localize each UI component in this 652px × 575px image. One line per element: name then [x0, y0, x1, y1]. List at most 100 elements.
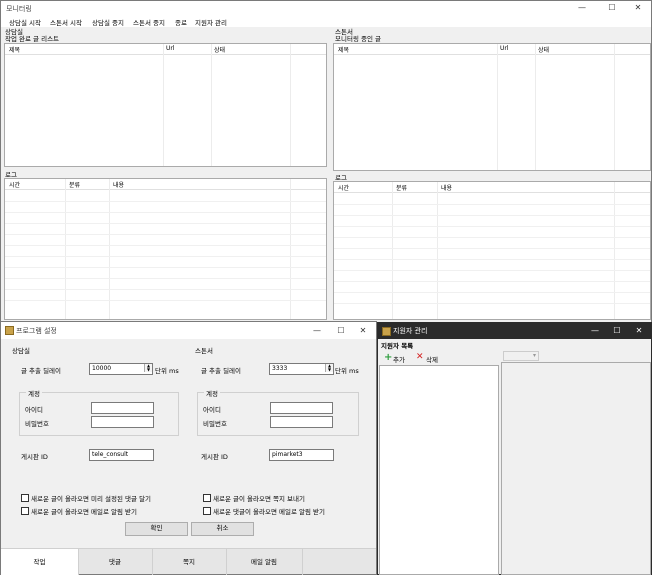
stoneseo-mail-alert-label: 새로운 댓글이 올라오면 메일로 알림 받기: [213, 508, 325, 516]
col-content[interactable]: 내용: [113, 180, 124, 189]
consult-account-group: 계정: [19, 388, 179, 436]
left-list-title: 작업 완료 글 리스트: [5, 35, 60, 43]
col-title[interactable]: 제목: [338, 45, 349, 54]
stoneseo-send-note-checkbox[interactable]: [203, 494, 211, 502]
monitor-titlebar[interactable]: 모니터링 — ☐ ✕: [1, 1, 651, 16]
maximize-button[interactable]: ☐: [608, 325, 626, 337]
stoneseo-delay-input[interactable]: 3333 ▲ ▼: [269, 363, 334, 375]
consult-auto-reply-checkbox[interactable]: [21, 494, 29, 502]
unit-label: 단위 ms: [155, 367, 179, 375]
tab-note[interactable]: 쪽지: [152, 549, 227, 575]
completed-posts-list[interactable]: 제목 Url 상태: [4, 43, 327, 167]
unit-label: 단위 ms: [335, 367, 359, 375]
col-url[interactable]: Url: [166, 45, 175, 52]
chevron-down-icon: ▾: [532, 352, 536, 359]
id-label: 아이디: [203, 406, 221, 414]
spinner-arrows-icon[interactable]: ▲ ▼: [144, 364, 152, 372]
menu-start-stoneseo[interactable]: 스톤서 시작: [50, 17, 82, 27]
right-log-list[interactable]: 시간 분류 내용: [333, 181, 651, 320]
col-content[interactable]: 내용: [441, 183, 452, 192]
consult-board-value: tele_consult: [92, 451, 129, 458]
log-header: 시간 분류 내용: [334, 182, 650, 193]
minimize-button[interactable]: —: [573, 2, 591, 14]
maximize-button[interactable]: ☐: [603, 2, 621, 14]
consult-mail-alert-label: 새로운 글이 올라오면 메일로 알림 받기: [31, 508, 138, 516]
applicants-titlebar[interactable]: 지원자 관리 — ☐ ✕: [378, 323, 652, 339]
plus-icon[interactable]: +: [384, 352, 392, 363]
settings-window: 프로그램 설정 — ☐ ✕ 상담실 스톤서 글 추출 딜레이 10000 ▲ ▼ …: [0, 321, 377, 575]
password-label: 비밀번호: [203, 420, 227, 428]
add-button[interactable]: 추가: [393, 354, 405, 364]
account-group-title: 계정: [26, 388, 42, 398]
left-log-list[interactable]: 시간 분류 내용: [4, 178, 327, 320]
consult-mail-alert-checkbox[interactable]: [21, 507, 29, 515]
col-category[interactable]: 분류: [69, 180, 80, 189]
spinner-arrows-icon[interactable]: ▲ ▼: [325, 364, 333, 372]
consult-group-title: 상담실: [12, 347, 30, 355]
consult-id-input[interactable]: [91, 402, 154, 414]
col-time[interactable]: 시간: [9, 180, 20, 189]
log-header: 시간 분류 내용: [5, 179, 326, 190]
tab-strip: 작업 댓글 쪽지 메일 알림: [1, 548, 376, 575]
stoneseo-account-group: 계정: [197, 388, 359, 436]
settings-title: 프로그램 설정: [16, 327, 57, 335]
col-url[interactable]: Url: [500, 45, 509, 52]
stoneseo-id-input[interactable]: [270, 402, 333, 414]
menu-applicant-manage[interactable]: 지원자 관리: [195, 17, 227, 27]
stoneseo-board-value: pimarket3: [272, 451, 303, 458]
applicants-window: 지원자 관리 — ☐ ✕ 지원자 목록 + 추가 ✕ 삭제 ▾: [377, 322, 652, 575]
app-icon: [5, 326, 14, 335]
app-icon: [382, 327, 391, 336]
account-group-title: 계정: [204, 388, 220, 398]
applicant-list[interactable]: [379, 365, 499, 575]
menu-bar: 상담실 시작 스톤서 시작 상담실 중지 스톤서 중지 종료 지원자 관리: [1, 16, 651, 27]
applicant-detail-panel: [501, 362, 651, 575]
minimize-button[interactable]: —: [586, 325, 604, 337]
stoneseo-password-input[interactable]: [270, 416, 333, 428]
stoneseo-board-input[interactable]: pimarket3: [269, 449, 334, 461]
stoneseo-mail-alert-checkbox[interactable]: [203, 507, 211, 515]
menu-exit[interactable]: 종료: [175, 17, 187, 27]
close-button[interactable]: ✕: [629, 2, 647, 14]
tab-comment[interactable]: 댓글: [78, 549, 153, 575]
consult-delay-value: 10000: [92, 365, 112, 372]
minimize-button[interactable]: —: [308, 325, 326, 337]
applicants-title: 지원자 관리: [393, 327, 428, 335]
col-time[interactable]: 시간: [338, 183, 349, 192]
tab-mail-alert[interactable]: 메일 알림: [226, 549, 303, 575]
applicant-combobox[interactable]: ▾: [503, 351, 539, 361]
stoneseo-send-note-label: 새로운 글이 올라오면 쪽지 보내기: [213, 495, 305, 503]
ok-button[interactable]: 확인: [125, 522, 188, 536]
menu-stop-consult[interactable]: 상담실 중지: [92, 17, 124, 27]
board-id-label: 게시판 ID: [21, 453, 48, 461]
right-list-title: 모니터링 중인 글: [335, 35, 381, 43]
list-header: 제목 Url 상태: [334, 44, 650, 55]
list-header: 제목 Url 상태: [5, 44, 326, 55]
col-title[interactable]: 제목: [9, 45, 20, 54]
tab-work[interactable]: 작업: [1, 549, 79, 575]
stoneseo-delay-value: 3333: [272, 365, 288, 372]
consult-auto-reply-label: 새로운 글이 올라오면 미리 설정된 댓글 달기: [31, 495, 152, 503]
monitor-window: 모니터링 — ☐ ✕ 상담실 시작 스톤서 시작 상담실 중지 스톤서 중지 종…: [0, 0, 652, 323]
id-label: 아이디: [25, 406, 43, 414]
close-button[interactable]: ✕: [354, 325, 372, 337]
delete-x-icon[interactable]: ✕: [416, 352, 424, 362]
consult-password-input[interactable]: [91, 416, 154, 428]
delete-button[interactable]: 삭제: [426, 354, 438, 364]
menu-stop-stoneseo[interactable]: 스톤서 중지: [133, 17, 165, 27]
board-id-label: 게시판 ID: [201, 453, 228, 461]
password-label: 비밀번호: [25, 420, 49, 428]
col-status[interactable]: 상태: [214, 45, 225, 54]
monitoring-posts-list[interactable]: 제목 Url 상태: [333, 43, 651, 171]
delay-label: 글 추출 딜레이: [21, 367, 62, 375]
consult-board-input[interactable]: tele_consult: [89, 449, 154, 461]
cancel-button[interactable]: 취소: [191, 522, 254, 536]
col-category[interactable]: 분류: [396, 183, 407, 192]
col-status[interactable]: 상태: [538, 45, 549, 54]
delay-label: 글 추출 딜레이: [201, 367, 242, 375]
applicant-list-title: 지원자 목록: [381, 342, 414, 350]
consult-delay-input[interactable]: 10000 ▲ ▼: [89, 363, 153, 375]
settings-titlebar[interactable]: 프로그램 설정 — ☐ ✕: [1, 322, 376, 339]
maximize-button[interactable]: ☐: [332, 325, 350, 337]
close-button[interactable]: ✕: [630, 325, 648, 337]
